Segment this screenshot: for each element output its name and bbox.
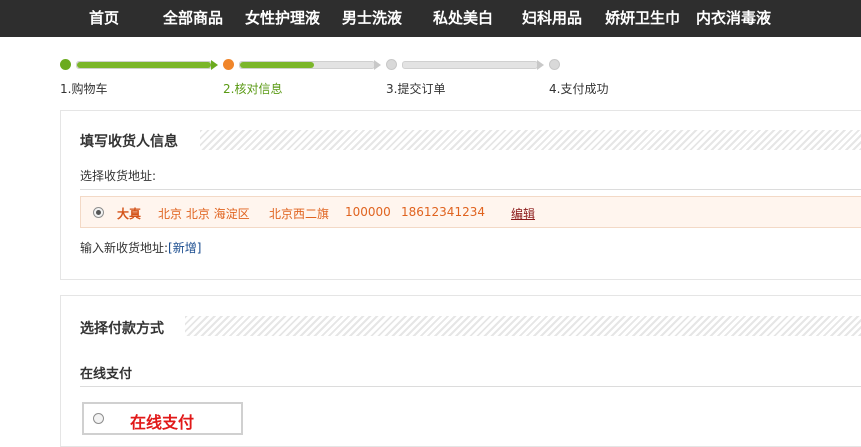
payment-divider [80,386,861,387]
edit-address-link[interactable]: 编辑 [511,205,535,222]
address-divider [80,189,861,190]
nav-item-gynecology[interactable]: 妇科用品 [522,0,582,37]
address-title-hatch [200,130,861,150]
online-payment-heading: 在线支付 [80,367,133,382]
step-2-progress-bar [239,61,375,69]
top-nav: 首页 全部商品 女性护理液 男士洗液 私处美白 妇科用品 娇妍卫生巾 内衣消毒液 [0,0,861,37]
receiver-postcode: 100000 [345,205,391,219]
nav-item-sanitary-napkin[interactable]: 娇妍卫生巾 [605,0,680,37]
step-4-dot-icon [549,59,560,70]
step-2-dot-icon [223,59,234,70]
nav-item-whitening[interactable]: 私处美白 [433,0,493,37]
step-2-arrow-icon [374,60,381,70]
online-payment-label: 在线支付 [130,413,195,432]
step-1-arrow-icon [211,60,218,70]
step-3-arrow-icon [537,60,544,70]
checkout-progress: 1.购物车 2.核对信息 3.提交订单 4.支付成功 [0,52,861,102]
new-address-row: 输入新收货地址:[新增] [80,239,201,256]
online-payment-option[interactable]: 在线支付 [82,402,243,435]
online-payment-radio[interactable] [93,413,104,424]
nav-item-all-products[interactable]: 全部商品 [163,0,223,37]
address-section-title: 填写收货人信息 [80,134,178,150]
step-label-submit: 3.提交订单 [386,82,446,96]
step-label-cart: 1.购物车 [60,82,108,96]
step-1-progress-bar [76,61,212,69]
payment-title-hatch [185,316,861,336]
payment-section-title: 选择付款方式 [80,321,164,337]
nav-item-feminine-care[interactable]: 女性护理液 [245,0,320,37]
step-3-dot-icon [386,59,397,70]
receiver-location: 北京 北京 海淀区 [158,207,250,221]
new-address-label: 输入新收货地址: [80,241,169,255]
step-1-dot-icon [60,59,71,70]
address-radio[interactable] [93,207,104,218]
receiver-phone: 18612341234 [401,205,485,219]
add-address-link[interactable]: [新增] [168,241,201,255]
receiver-name: 大真 [117,207,142,221]
receiver-street: 北京西二旗 [269,207,330,221]
step-label-verify: 2.核对信息 [223,82,283,96]
nav-item-mens-wash[interactable]: 男士洗液 [342,0,402,37]
select-address-label: 选择收货地址: [80,169,157,183]
step-3-progress-bar [402,61,538,69]
nav-item-home[interactable]: 首页 [89,0,119,37]
step-label-success: 4.支付成功 [549,82,609,96]
nav-item-underwear-disinfectant[interactable]: 内衣消毒液 [696,0,771,37]
address-option-row[interactable]: 大真 北京 北京 海淀区 北京西二旗 100000 18612341234 编辑 [80,196,861,228]
